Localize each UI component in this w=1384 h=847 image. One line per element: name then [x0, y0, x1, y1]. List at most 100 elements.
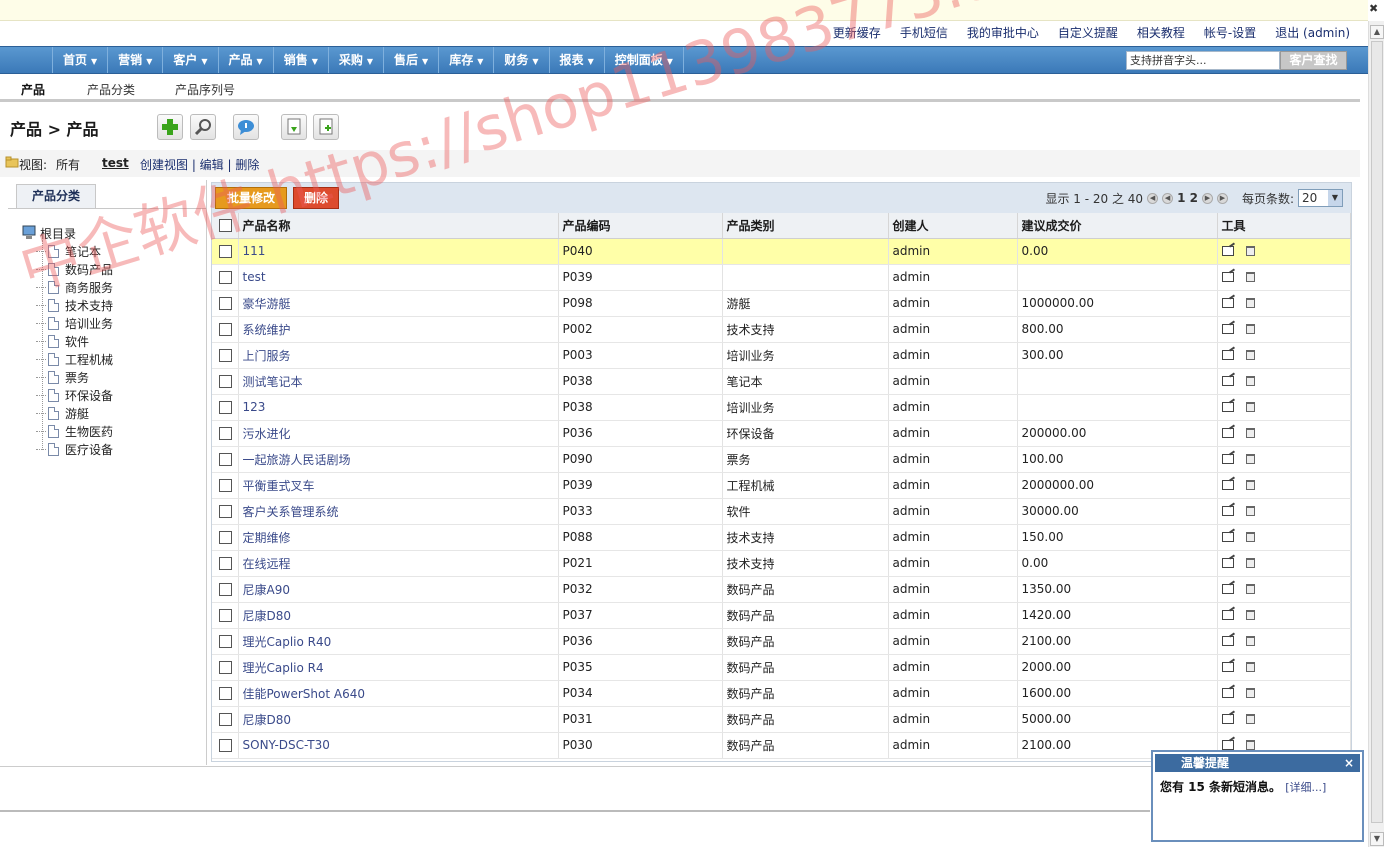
tab-product-category[interactable]: 产品分类 [87, 81, 135, 98]
edit-icon[interactable] [1221, 688, 1234, 698]
header-category[interactable]: 产品类别 [722, 213, 889, 239]
row-checkbox[interactable] [219, 400, 232, 414]
tree-item-biomedicine[interactable]: 生物医药 [36, 422, 113, 440]
vertical-scrollbar[interactable]: ▲ ▼ [1368, 21, 1384, 847]
row-checkbox[interactable] [219, 348, 232, 362]
first-page-icon[interactable]: ◀ [1147, 192, 1159, 204]
edit-icon[interactable] [1221, 246, 1234, 256]
table-row[interactable]: 111 P040 admin 0.00 [212, 238, 1351, 265]
scroll-up-icon[interactable]: ▲ [1370, 25, 1384, 39]
tree-item-medical[interactable]: 医疗设备 [36, 440, 113, 458]
top-link-approval-center[interactable]: 我的审批中心 [967, 24, 1039, 41]
cell-name[interactable]: 客户关系管理系统 [238, 498, 559, 525]
customer-search-button[interactable]: 客户查找 [1280, 51, 1347, 70]
edit-icon[interactable] [1221, 480, 1234, 490]
trash-icon[interactable] [1245, 506, 1255, 516]
row-checkbox[interactable] [219, 270, 232, 284]
close-icon[interactable]: ✖ [1369, 2, 1381, 16]
trash-icon[interactable] [1245, 428, 1255, 438]
edit-icon[interactable] [1221, 350, 1234, 360]
row-checkbox[interactable] [219, 660, 232, 674]
trash-icon[interactable] [1245, 454, 1255, 464]
top-link-logout[interactable]: 退出 (admin) [1275, 24, 1350, 41]
cell-name[interactable]: 平衡重式叉车 [238, 472, 559, 499]
trash-icon[interactable] [1245, 740, 1255, 750]
cell-name[interactable]: 理光Caplio R40 [238, 628, 559, 655]
trash-icon[interactable] [1245, 246, 1255, 256]
trash-icon[interactable] [1245, 324, 1255, 334]
row-checkbox[interactable] [219, 478, 232, 492]
row-checkbox[interactable] [219, 634, 232, 648]
edit-icon[interactable] [1221, 636, 1234, 646]
cell-name[interactable]: 123 [238, 394, 559, 421]
popup-details-link[interactable]: [详细...] [1285, 781, 1326, 794]
trash-icon[interactable] [1245, 584, 1255, 594]
cell-name[interactable]: 上门服务 [238, 342, 559, 369]
header-price[interactable]: 建议成交价 [1017, 213, 1218, 239]
per-page-select[interactable]: 20 ▼ [1298, 189, 1343, 207]
edit-icon[interactable] [1221, 714, 1234, 724]
trash-icon[interactable] [1245, 558, 1255, 568]
trash-icon[interactable] [1245, 350, 1255, 360]
top-link-tutorials[interactable]: 相关教程 [1137, 24, 1185, 41]
edit-icon[interactable] [1221, 298, 1234, 308]
edit-icon[interactable] [1221, 402, 1234, 412]
edit-icon[interactable] [1221, 662, 1234, 672]
table-row[interactable]: 测试笔记本 P038 笔记本 admin [212, 368, 1351, 395]
cell-name[interactable]: 在线远程 [238, 550, 559, 577]
table-row[interactable]: 佳能PowerShot A640 P034 数码产品 admin 1600.00 [212, 680, 1351, 707]
search-button[interactable] [190, 114, 216, 140]
tree-item-training[interactable]: 培训业务 [36, 314, 113, 332]
view-all[interactable]: 所有 [56, 156, 80, 173]
nav-marketing[interactable]: 营销 ▼ [108, 47, 164, 73]
cell-name[interactable]: 污水进化 [238, 420, 559, 447]
row-checkbox[interactable] [219, 530, 232, 544]
cell-name[interactable]: 佳能PowerShot A640 [238, 680, 559, 707]
row-checkbox[interactable] [219, 322, 232, 336]
trash-icon[interactable] [1245, 688, 1255, 698]
prev-page-icon[interactable]: ◀ [1162, 192, 1174, 204]
cell-name[interactable]: test [238, 264, 559, 291]
comment-button[interactable] [233, 114, 259, 140]
table-row[interactable]: 客户关系管理系统 P033 软件 admin 30000.00 [212, 498, 1351, 525]
edit-icon[interactable] [1221, 610, 1234, 620]
edit-icon[interactable] [1221, 584, 1234, 594]
table-row[interactable]: 在线远程 P021 技术支持 admin 0.00 [212, 550, 1351, 577]
last-page-icon[interactable]: ▶ [1216, 192, 1228, 204]
scroll-thumb[interactable] [1371, 41, 1383, 823]
nav-product[interactable]: 产品 ▼ [219, 47, 274, 73]
next-page-icon[interactable]: ▶ [1201, 192, 1213, 204]
edit-icon[interactable] [1221, 428, 1234, 438]
trash-icon[interactable] [1245, 376, 1255, 386]
nav-inventory[interactable]: 库存 ▼ [439, 47, 495, 73]
edit-icon[interactable] [1221, 272, 1234, 282]
table-row[interactable]: 上门服务 P003 培训业务 admin 300.00 [212, 342, 1351, 369]
add-button[interactable] [157, 114, 183, 140]
trash-icon[interactable] [1245, 714, 1255, 724]
cell-name[interactable]: 测试笔记本 [238, 368, 559, 395]
row-checkbox[interactable] [219, 504, 232, 518]
row-checkbox[interactable] [219, 452, 232, 466]
table-row[interactable]: 尼康D80 P037 数码产品 admin 1420.00 [212, 602, 1351, 629]
row-checkbox[interactable] [219, 686, 232, 700]
cell-name[interactable]: 尼康A90 [238, 576, 559, 603]
table-row[interactable]: 系统维护 P002 技术支持 admin 800.00 [212, 316, 1351, 343]
row-checkbox[interactable] [219, 296, 232, 310]
cell-name[interactable]: 一起旅游人民话剧场 [238, 446, 559, 473]
top-link-account-settings[interactable]: 帐号-设置 [1204, 24, 1256, 41]
trash-icon[interactable] [1245, 662, 1255, 672]
trash-icon[interactable] [1245, 532, 1255, 542]
row-checkbox[interactable] [219, 582, 232, 596]
table-row[interactable]: 污水进化 P036 环保设备 admin 200000.00 [212, 420, 1351, 447]
tree-item-environmental[interactable]: 环保设备 [36, 386, 113, 404]
table-row[interactable]: 尼康D80 P031 数码产品 admin 5000.00 [212, 706, 1351, 733]
row-checkbox[interactable] [219, 608, 232, 622]
cell-name[interactable]: 尼康D80 [238, 602, 559, 629]
nav-after-sales[interactable]: 售后 ▼ [384, 47, 440, 73]
nav-sales[interactable]: 销售 ▼ [274, 47, 329, 73]
table-row[interactable]: 123 P038 培训业务 admin [212, 394, 1351, 421]
table-row[interactable]: 定期维修 P088 技术支持 admin 150.00 [212, 524, 1351, 551]
top-link-custom-reminder[interactable]: 自定义提醒 [1058, 24, 1118, 41]
edit-icon[interactable] [1221, 740, 1234, 750]
popup-close-icon[interactable]: × [1344, 754, 1354, 772]
